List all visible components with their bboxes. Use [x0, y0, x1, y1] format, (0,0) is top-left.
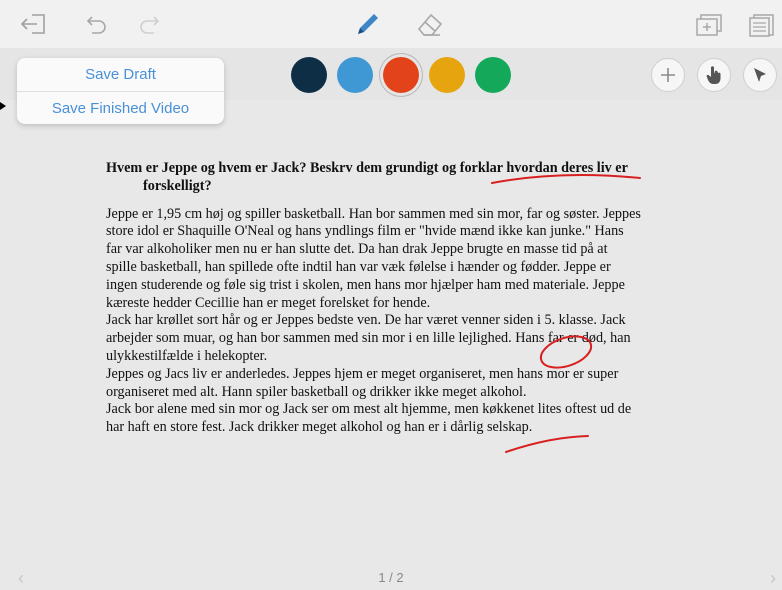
question-line-1: Hvem er Jeppe og hvem er Jack? Beskrv de… [106, 160, 628, 176]
answer-line: Jeppe er 1,95 cm høj og spiller basketba… [106, 205, 641, 222]
save-finished-video-button[interactable]: Save Finished Video [17, 100, 224, 117]
eraser-icon[interactable] [414, 10, 446, 40]
answer-line: organiseret med alt. Hann spiler basketb… [106, 383, 527, 400]
top-toolbar [0, 0, 782, 49]
question-line-2: forskelligt? [143, 177, 212, 194]
answer-line: ingen studerende og føle sig trist i sko… [106, 276, 625, 293]
color-swatch-blue[interactable] [337, 57, 373, 93]
ink-underline-selskap [505, 435, 589, 453]
answer-line: store idol er Shaquille O'Neal og hans y… [106, 223, 624, 240]
pencil-icon[interactable] [352, 10, 382, 40]
save-popover: Save Draft Save Finished Video [17, 58, 224, 124]
answer-line: har haft en store fest. Jack drikker meg… [106, 419, 533, 436]
color-swatch-red[interactable] [383, 57, 419, 93]
next-page-icon[interactable]: › [770, 568, 776, 589]
exit-icon[interactable] [20, 12, 48, 36]
undo-icon[interactable] [84, 12, 108, 36]
answer-line: Jeppes og Jacs liv er anderledes. Jeppes… [106, 365, 619, 382]
answer-line: Jack har krøllet sort hår og er Jeppes b… [106, 312, 626, 329]
color-swatch-green[interactable] [475, 57, 511, 93]
answer-line: far var alkoholiker men nu er han slutte… [106, 241, 608, 258]
answer-line: arbejder som muar, og han bor sammen med… [106, 330, 631, 347]
redo-icon[interactable] [138, 12, 162, 36]
answer-line: kæreste hedder Cecillie han er meget for… [106, 294, 431, 311]
document-icon[interactable] [748, 12, 776, 38]
hand-pointer-icon [706, 66, 721, 84]
save-draft-button[interactable]: Save Draft [17, 66, 224, 83]
pointer-tool-button[interactable] [743, 58, 777, 92]
hand-tool-button[interactable] [697, 58, 731, 92]
answer-line: spille basketball, han spillede ofte ind… [106, 258, 611, 275]
color-swatch-navy[interactable] [291, 57, 327, 93]
answer-line: ulykkestilfælde i helekopter. [106, 347, 268, 364]
add-slide-icon[interactable] [694, 12, 724, 38]
answer-line: Jack bor alene med sin mor og Jack ser o… [106, 401, 632, 418]
cursor-arrow-icon [754, 68, 766, 82]
popover-divider [17, 91, 224, 92]
add-icon [661, 68, 675, 82]
page-indicator: 1 / 2 [378, 570, 404, 585]
color-swatch-yellow[interactable] [429, 57, 465, 93]
answer-body: Jeppe er 1,95 cm høj og spiller basketba… [106, 206, 706, 437]
document-page: Hvem er Jeppe og hvem er Jack? Beskrv de… [106, 160, 706, 437]
add-button[interactable] [651, 58, 685, 92]
question-heading: Hvem er Jeppe og hvem er Jack? Beskrv de… [106, 160, 706, 196]
pointer-arrow-icon [0, 102, 6, 110]
